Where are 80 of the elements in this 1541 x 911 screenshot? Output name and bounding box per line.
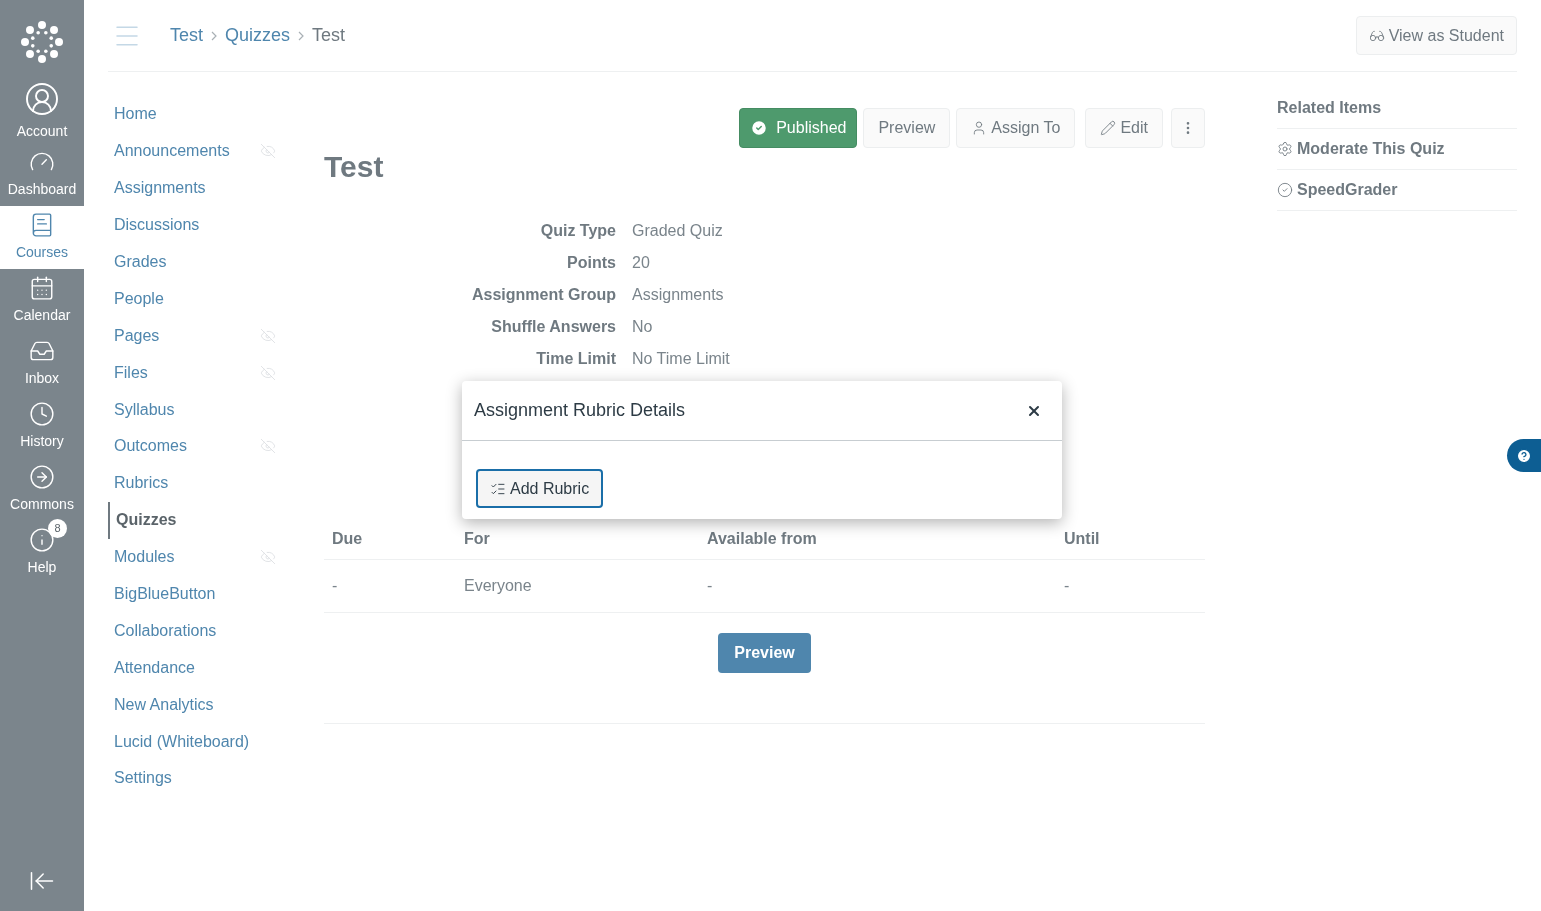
- course-nav-item[interactable]: People: [108, 280, 298, 318]
- related-item-link[interactable]: Moderate This Quiz: [1277, 129, 1517, 170]
- help-icon: [29, 527, 55, 553]
- detail-value: 20: [632, 253, 650, 273]
- table-cell: Everyone: [456, 559, 699, 613]
- account-icon: [24, 81, 60, 117]
- course-nav-item[interactable]: Modules: [108, 538, 298, 576]
- related-items-heading: Related Items: [1277, 96, 1517, 129]
- logo-icon[interactable]: [20, 20, 64, 64]
- question-icon: [1516, 447, 1532, 464]
- nav-item[interactable]: Account: [0, 80, 84, 143]
- check-icon: [750, 119, 769, 137]
- course-nav-item[interactable]: Settings: [108, 760, 298, 797]
- detail-value: No: [632, 317, 653, 337]
- course-nav-item[interactable]: Grades: [108, 243, 298, 281]
- gear-icon: [1277, 141, 1293, 157]
- breadcrumb-link[interactable]: Quizzes: [225, 22, 291, 49]
- nav-item[interactable]: Courses: [0, 206, 84, 269]
- commons-icon: [29, 464, 55, 490]
- help-tab-button[interactable]: [1507, 439, 1541, 472]
- course-nav-item[interactable]: Outcomes: [108, 428, 298, 465]
- course-nav-item[interactable]: Assignments: [108, 169, 298, 207]
- hidden-eye-icon: [260, 143, 276, 160]
- detail-label: Time Limit: [535, 349, 616, 369]
- pencil-icon: [1100, 120, 1117, 136]
- dialog-title: Assignment Rubric Details: [474, 399, 686, 422]
- nav-item[interactable]: 8 Help: [0, 521, 84, 584]
- assign-to-button[interactable]: Assign To: [956, 108, 1076, 148]
- related-item-link[interactable]: SpeedGrader: [1277, 170, 1517, 211]
- nav-item[interactable]: Commons: [0, 458, 84, 521]
- table-cell: -: [699, 559, 1056, 613]
- check-circle-icon: [1277, 182, 1293, 198]
- chevron-right-icon: [211, 30, 217, 41]
- course-nav-item[interactable]: BigBlueButton: [108, 575, 298, 613]
- edit-button[interactable]: Edit: [1085, 108, 1163, 148]
- preview-button[interactable]: Preview: [863, 108, 951, 148]
- hidden-eye-icon: [260, 364, 276, 381]
- hidden-eye-icon: [260, 438, 276, 455]
- course-nav-item[interactable]: Quizzes: [108, 501, 298, 539]
- column-header: For: [456, 519, 699, 560]
- course-nav-item[interactable]: Collaborations: [108, 612, 298, 650]
- notification-badge: 8: [48, 519, 67, 538]
- nav-item[interactable]: Calendar: [0, 269, 84, 332]
- course-nav-item[interactable]: Syllabus: [108, 391, 298, 428]
- detail-label: Quiz Type: [539, 221, 616, 241]
- course-nav-item[interactable]: Attendance: [108, 649, 298, 687]
- detail-value: Assignments: [632, 285, 724, 305]
- history-icon: [29, 401, 55, 427]
- course-nav-item[interactable]: Announcements: [108, 132, 298, 170]
- detail-label: Assignment Group: [471, 285, 616, 305]
- detail-value: Graded Quiz: [632, 221, 723, 241]
- quiz-title: Test: [324, 149, 385, 185]
- current-page-label: Test: [312, 24, 346, 47]
- breadcrumb-link[interactable]: Test: [170, 22, 203, 49]
- nav-item[interactable]: Dashboard: [0, 143, 84, 206]
- course-nav-item[interactable]: Files: [108, 354, 298, 392]
- detail-label: Points: [566, 253, 616, 273]
- course-nav-item[interactable]: New Analytics: [108, 686, 298, 724]
- calendar-icon: [29, 275, 55, 301]
- column-header: Available from: [699, 519, 1056, 560]
- published-button[interactable]: Published: [739, 108, 858, 148]
- table-cell: -: [324, 559, 456, 613]
- view-as-student-button[interactable]: View as Student: [1355, 16, 1517, 55]
- preview-button[interactable]: Preview: [718, 633, 811, 673]
- detail-label: Shuffle Answers: [490, 317, 616, 337]
- detail-value: No Time Limit: [632, 349, 730, 369]
- nav-item[interactable]: Inbox: [0, 332, 84, 395]
- course-nav-item[interactable]: Rubrics: [108, 464, 298, 502]
- hidden-eye-icon: [260, 549, 276, 566]
- chevron-right-icon: [298, 30, 305, 41]
- course-nav-item[interactable]: Lucid (Whiteboard): [108, 723, 298, 761]
- table-cell: -: [1056, 559, 1205, 613]
- add-rubric-button[interactable]: Add Rubric: [476, 469, 604, 508]
- course-nav-item[interactable]: Discussions: [108, 206, 298, 244]
- course-nav-item[interactable]: Pages: [108, 317, 298, 355]
- hidden-eye-icon: [260, 327, 276, 344]
- course-nav-item[interactable]: Home: [108, 96, 298, 133]
- column-header: Until: [1056, 519, 1205, 560]
- nav-item[interactable]: History: [0, 395, 84, 458]
- column-header: Due: [324, 519, 456, 560]
